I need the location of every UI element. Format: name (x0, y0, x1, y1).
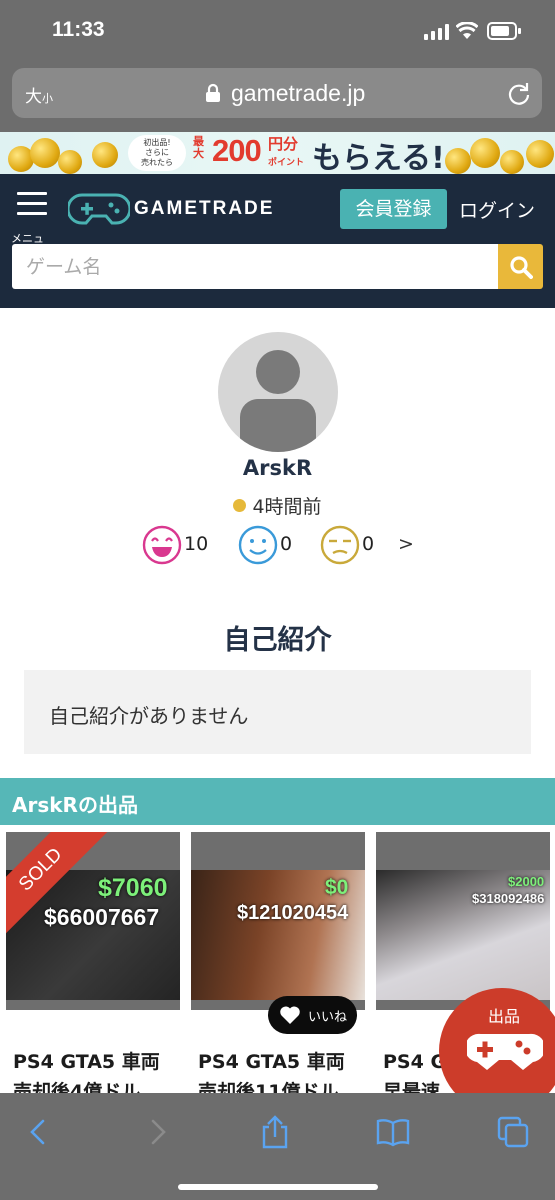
home-indicator (178, 1184, 378, 1190)
status-time: 11:33 (52, 18, 105, 41)
banner-amount: 200 (212, 133, 262, 168)
banner-note-line: さらに (145, 148, 169, 157)
photo-text: $7060 (98, 874, 168, 902)
coin-icon (526, 140, 554, 168)
listings-header-title: ArskRの出品 (12, 793, 138, 817)
text-size-large-label: 大 (25, 87, 42, 107)
tabs-icon[interactable] (496, 1115, 530, 1149)
listing-thumbnail: $0 $121020454 (191, 832, 365, 1010)
rating-good: 10 (142, 525, 208, 567)
status-dot-icon (233, 499, 247, 512)
banner-max: 最大 (193, 135, 204, 160)
search-button[interactable] (498, 244, 543, 289)
reload-icon[interactable] (506, 81, 532, 107)
profile-username: ArskR (242, 456, 313, 480)
intro-text: 自己紹介がありません (49, 704, 249, 728)
rating-normal: 0 (238, 525, 292, 567)
listing-photo: $2000 $318092486 (376, 870, 550, 1000)
listing-title-line: PS4 GTA5 車両 (198, 1051, 345, 1073)
sell-button-label: 出品 (488, 1007, 521, 1026)
neutral-face-icon (238, 525, 278, 565)
search-box (12, 244, 498, 289)
menu-icon (17, 212, 47, 215)
menu-icon (17, 192, 47, 195)
rating-bad: 0 (320, 525, 374, 567)
photo-text: $66007667 (44, 904, 160, 930)
avatar (218, 332, 338, 452)
rating-good-count: 10 (184, 533, 209, 555)
banner-get: もらえる! (312, 141, 445, 174)
forward-icon[interactable] (140, 1115, 174, 1149)
promo-banner[interactable]: 初出品! さらに 売れたら 最大 200 円分ポイント もらえる! (0, 132, 555, 174)
site-header: メニュー GAMETRADE 会員登録 ログイン (0, 174, 555, 308)
listing-thumbnail: $2000 $318092486 (376, 832, 550, 1010)
listing-thumbnail: $7060 $66007667 SOLD (6, 832, 180, 1010)
lock-icon (206, 83, 220, 102)
listings-header: ArskRの出品 (0, 778, 555, 825)
status-bar: 11:33 (0, 0, 555, 62)
intro-title: 自己紹介 (223, 625, 332, 656)
frown-face-icon (320, 525, 360, 565)
banner-note-line: 初出品! (143, 138, 171, 147)
bookmarks-icon[interactable] (376, 1115, 410, 1149)
search-input[interactable] (12, 244, 498, 289)
intro-box: 自己紹介がありません (24, 670, 531, 754)
battery-icon (487, 22, 521, 40)
last-seen-text: 4時間前 (252, 496, 322, 518)
photo-text: $0 (325, 876, 349, 899)
rating-bad-count: 0 (362, 533, 375, 555)
coin-icon (58, 150, 82, 174)
like-button[interactable]: いいね (268, 996, 357, 1034)
text-size-small-label: 小 (42, 92, 53, 105)
banner-unit-top: 円分 (268, 135, 299, 153)
rating-normal-count: 0 (280, 533, 293, 555)
heart-icon (280, 1006, 300, 1024)
banner-unit-bottom: ポイント (268, 158, 305, 168)
login-link[interactable]: ログイン (459, 196, 535, 223)
coin-icon (30, 138, 60, 168)
coin-icon (92, 142, 118, 168)
listing-card[interactable]: $7060 $66007667 SOLD PS4 GTA5 車両 売却後4億ドル (6, 832, 180, 1102)
browser-address-bar: 大小 gametrade.jp (0, 62, 555, 132)
gamepad-icon (467, 1033, 543, 1070)
photo-text: $2000 (508, 874, 545, 889)
gamepad-logo-icon[interactable] (68, 192, 130, 226)
chevron-right-icon[interactable]: > (398, 533, 414, 555)
coin-icon (445, 148, 471, 174)
user-silhouette-icon (240, 350, 316, 452)
menu-button[interactable]: メニュー (11, 190, 51, 261)
banner-unit: 円分 ポイント (268, 136, 308, 171)
text-size-button[interactable]: 大小 (25, 82, 53, 107)
banner-note: 初出品! さらに 売れたら (128, 135, 186, 171)
site-logo-text[interactable]: GAMETRADE (134, 198, 274, 220)
rating-summary[interactable]: 10 0 0 > (142, 525, 432, 567)
search-icon (510, 256, 533, 279)
menu-icon (17, 202, 47, 205)
smile-face-icon (142, 525, 182, 565)
cellular-signal-icon (424, 24, 450, 40)
wifi-icon (456, 22, 478, 39)
photo-text: $318092486 (472, 891, 545, 906)
like-label: いいね (308, 1010, 348, 1025)
url-text: gametrade.jp (231, 80, 366, 106)
listing-photo: $0 $121020454 (191, 870, 365, 1000)
coin-icon (500, 150, 524, 174)
banner-note-line: 売れたら (141, 158, 173, 167)
last-seen: 4時間前 (0, 492, 555, 519)
photo-text: $121020454 (237, 902, 349, 924)
share-icon[interactable] (258, 1115, 292, 1149)
back-icon[interactable] (22, 1115, 56, 1149)
listing-title-line: PS4 GTA5 車両 (13, 1051, 160, 1073)
register-button[interactable]: 会員登録 (340, 189, 447, 229)
listing-card[interactable]: $0 $121020454 PS4 GTA5 車両 売却後11億ドル (191, 832, 365, 1102)
url-field[interactable]: 大小 gametrade.jp (12, 68, 542, 118)
coin-icon (470, 138, 500, 168)
